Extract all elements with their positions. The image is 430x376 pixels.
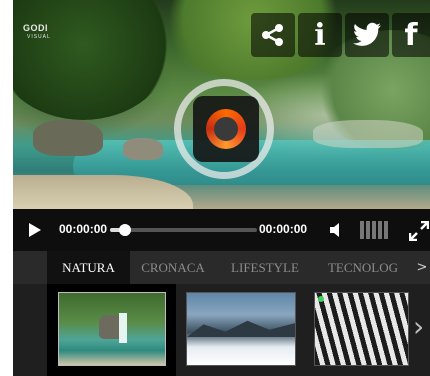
progress-bar[interactable] xyxy=(110,224,257,236)
volume-bar[interactable] xyxy=(366,221,370,239)
thumbnail-zebra[interactable] xyxy=(314,292,409,366)
brand-logo: GODI VISUAL xyxy=(23,24,51,42)
facebook-icon: f xyxy=(404,17,418,53)
play-icon[interactable] xyxy=(29,223,41,237)
volume-bar[interactable] xyxy=(360,221,364,239)
video-player: GODI VISUAL i f 00:00:00 00:00:00 NATURA… xyxy=(13,0,430,376)
info-button[interactable]: i xyxy=(298,13,342,57)
thumbnail-live-dot xyxy=(318,296,324,302)
tree-foliage xyxy=(13,0,173,120)
logo-text: GODI xyxy=(23,23,49,33)
tab-cronaca[interactable]: CRONACA xyxy=(130,251,216,284)
share-button[interactable] xyxy=(251,13,295,57)
volume-bar[interactable] xyxy=(384,221,388,239)
category-tabs: NATURA CRONACA LIFESTYLE TECNOLOG > xyxy=(13,251,430,284)
facebook-button[interactable]: f xyxy=(392,13,430,57)
loader-box xyxy=(193,96,259,162)
fullscreen-icon[interactable] xyxy=(409,221,429,241)
thumbnails-next-icon[interactable]: › xyxy=(413,310,424,343)
rock xyxy=(123,138,163,160)
tabs-next-icon[interactable]: > xyxy=(414,251,430,284)
thumbnail-snowy-landscape[interactable] xyxy=(186,292,296,366)
thumbnail-waterfall-stream xyxy=(119,313,127,343)
current-time: 00:00:00 xyxy=(59,222,108,236)
total-time: 00:00:00 xyxy=(259,222,308,236)
thumbnail-waterfall[interactable] xyxy=(58,292,166,366)
tab-lifestyle[interactable]: LIFESTYLE xyxy=(216,251,314,284)
thumbnail-mountain xyxy=(187,320,295,337)
tab-tecnologia[interactable]: TECNOLOG xyxy=(314,251,412,284)
share-icon xyxy=(262,24,283,46)
rock xyxy=(313,120,423,148)
info-icon: i xyxy=(314,17,326,53)
thumbnail-strip: › xyxy=(13,284,430,376)
progress-handle[interactable] xyxy=(118,224,131,236)
tab-natura[interactable]: NATURA xyxy=(47,251,130,284)
twitter-button[interactable] xyxy=(345,13,389,57)
video-frame[interactable]: GODI VISUAL i f xyxy=(13,0,430,209)
twitter-icon xyxy=(353,22,381,46)
volume-bar[interactable] xyxy=(372,221,376,239)
speaker-icon[interactable] xyxy=(328,222,344,238)
control-bar: 00:00:00 00:00:00 xyxy=(13,209,430,251)
loading-spinner-icon xyxy=(206,109,246,149)
volume-slider[interactable] xyxy=(360,221,388,239)
rock xyxy=(33,120,103,156)
volume-bar[interactable] xyxy=(378,221,382,239)
logo-subtext: VISUAL xyxy=(27,34,51,40)
